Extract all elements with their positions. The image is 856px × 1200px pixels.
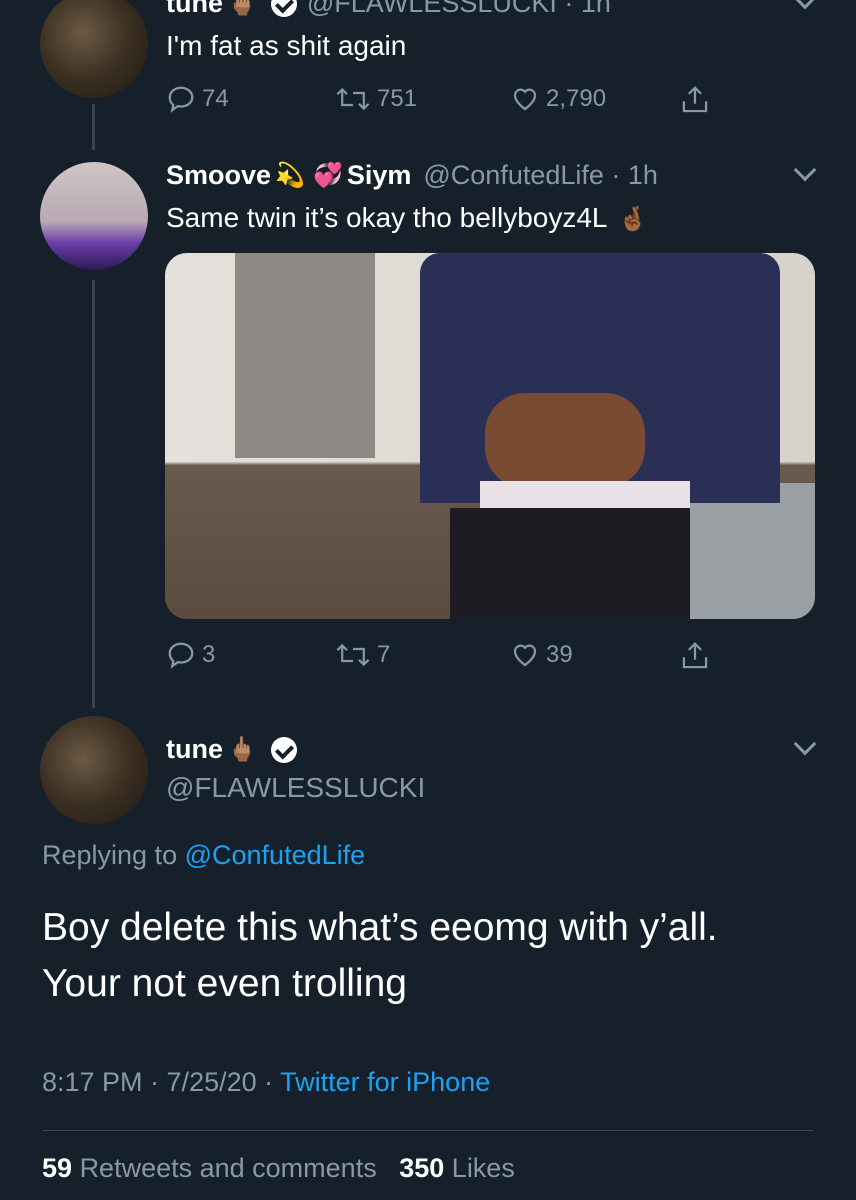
tweet1-header: tune 🖕🏽 @FLAWLESSLUCKI · 1h <box>166 0 611 19</box>
tweet1-handle-time[interactable]: @FLAWLESSLUCKI · 1h <box>307 0 611 19</box>
tweet2-handle-time[interactable]: @ConfutedLife · 1h <box>423 160 658 191</box>
likes-stat[interactable]: 350 Likes <box>399 1153 515 1183</box>
dizzy-emoji: 💫 <box>275 162 305 189</box>
like-count: 39 <box>546 641 573 668</box>
reply-button[interactable]: 74 <box>166 84 229 114</box>
main-tweet-text: Boy delete this what’s eeomg with y’all.… <box>42 900 842 1012</box>
hearts-emoji: 💞 <box>312 162 343 189</box>
share-icon <box>682 642 708 669</box>
tweet2-header: Smoove 💫 💞 Siym @ConfutedLife · 1h <box>166 160 658 191</box>
tweet2-display-name-2[interactable]: Siym <box>347 160 412 191</box>
tweet-metadata: 8:17 PM · 7/25/20 · Twitter for iPhone <box>42 1067 490 1098</box>
main-tweet-text-line2: Your not even trolling <box>42 962 407 1005</box>
main-tweet-header: tune 🖕🏽 <box>166 734 307 765</box>
like-button[interactable]: 39 <box>510 640 573 670</box>
main-tweet-text-line1: Boy delete this what’s eeomg with y’all. <box>42 906 718 949</box>
avatar-tune[interactable] <box>40 716 148 824</box>
retweet-button[interactable]: 751 <box>335 84 417 114</box>
tweet1-text: I'm fat as shit again <box>166 30 407 61</box>
retweet-icon <box>336 643 370 667</box>
retweets-count: 59 <box>42 1153 73 1183</box>
share-button[interactable] <box>680 640 716 672</box>
reply-icon <box>168 642 194 669</box>
thread-line <box>92 104 95 150</box>
avatar-tune[interactable] <box>40 0 148 98</box>
like-count: 2,790 <box>546 85 607 112</box>
retweet-button[interactable]: 7 <box>335 640 390 670</box>
retweet-count: 751 <box>377 85 418 112</box>
reply-button[interactable]: 3 <box>166 640 215 670</box>
like-button[interactable]: 2,790 <box>510 84 606 114</box>
verified-icon <box>270 736 297 763</box>
reply-count: 3 <box>202 641 216 668</box>
photo-jeans <box>450 508 690 619</box>
replying-to-label: Replying to <box>42 840 178 870</box>
replying-to-link[interactable]: @ConfutedLife <box>185 840 366 870</box>
tweet2-text: Same twin it’s okay tho bellyboyz4L 🤞🏾 <box>166 202 652 234</box>
chevron-down-icon[interactable] <box>793 732 817 756</box>
main-tweet-handle[interactable]: @FLAWLESSLUCKI <box>166 772 425 804</box>
heart-icon <box>513 644 537 667</box>
timestamp: 8:17 PM · 7/25/20 · <box>42 1067 281 1097</box>
retweet-icon <box>336 87 370 111</box>
tweet2-photo[interactable] <box>165 253 815 619</box>
source-link[interactable]: Twitter for iPhone <box>280 1067 490 1097</box>
twitter-thread: tune 🖕🏽 @FLAWLESSLUCKI · 1h I'm fat as s… <box>0 0 856 1200</box>
photo-person <box>420 253 780 619</box>
likes-count: 350 <box>399 1153 445 1183</box>
share-button[interactable] <box>680 84 716 116</box>
middle-finger-emoji: 🖕🏽 <box>227 736 257 763</box>
engagement-stats: 59 Retweets and comments 350 Likes <box>42 1153 515 1184</box>
photo-wall-panel <box>235 253 375 458</box>
retweet-count: 7 <box>377 641 391 668</box>
thread-line <box>92 280 95 708</box>
tweet2-text-body: Same twin it’s okay tho bellyboyz4L <box>166 202 607 233</box>
photo-waistband <box>480 481 690 511</box>
retweets-label: Retweets and comments <box>79 1153 377 1183</box>
middle-finger-emoji: 🖕🏽 <box>227 0 257 17</box>
crossed-fingers-emoji: 🤞🏾 <box>618 206 649 233</box>
heart-icon <box>513 88 537 111</box>
avatar-confutedlife[interactable] <box>40 162 148 270</box>
retweets-stat[interactable]: 59 Retweets and comments <box>42 1153 377 1183</box>
tweet2-display-name-1[interactable]: Smoove <box>166 160 271 191</box>
replying-to: Replying to @ConfutedLife <box>42 840 365 871</box>
divider <box>42 1130 814 1131</box>
verified-icon <box>270 0 297 17</box>
chevron-down-icon[interactable] <box>793 0 817 10</box>
likes-label: Likes <box>451 1153 515 1183</box>
main-tweet-display-name[interactable]: tune <box>166 734 223 765</box>
share-icon <box>682 86 708 113</box>
reply-icon <box>168 86 194 113</box>
photo-belly <box>485 393 645 488</box>
reply-count: 74 <box>202 85 229 112</box>
tweet1-display-name[interactable]: tune <box>166 0 223 19</box>
chevron-down-icon[interactable] <box>793 158 817 182</box>
